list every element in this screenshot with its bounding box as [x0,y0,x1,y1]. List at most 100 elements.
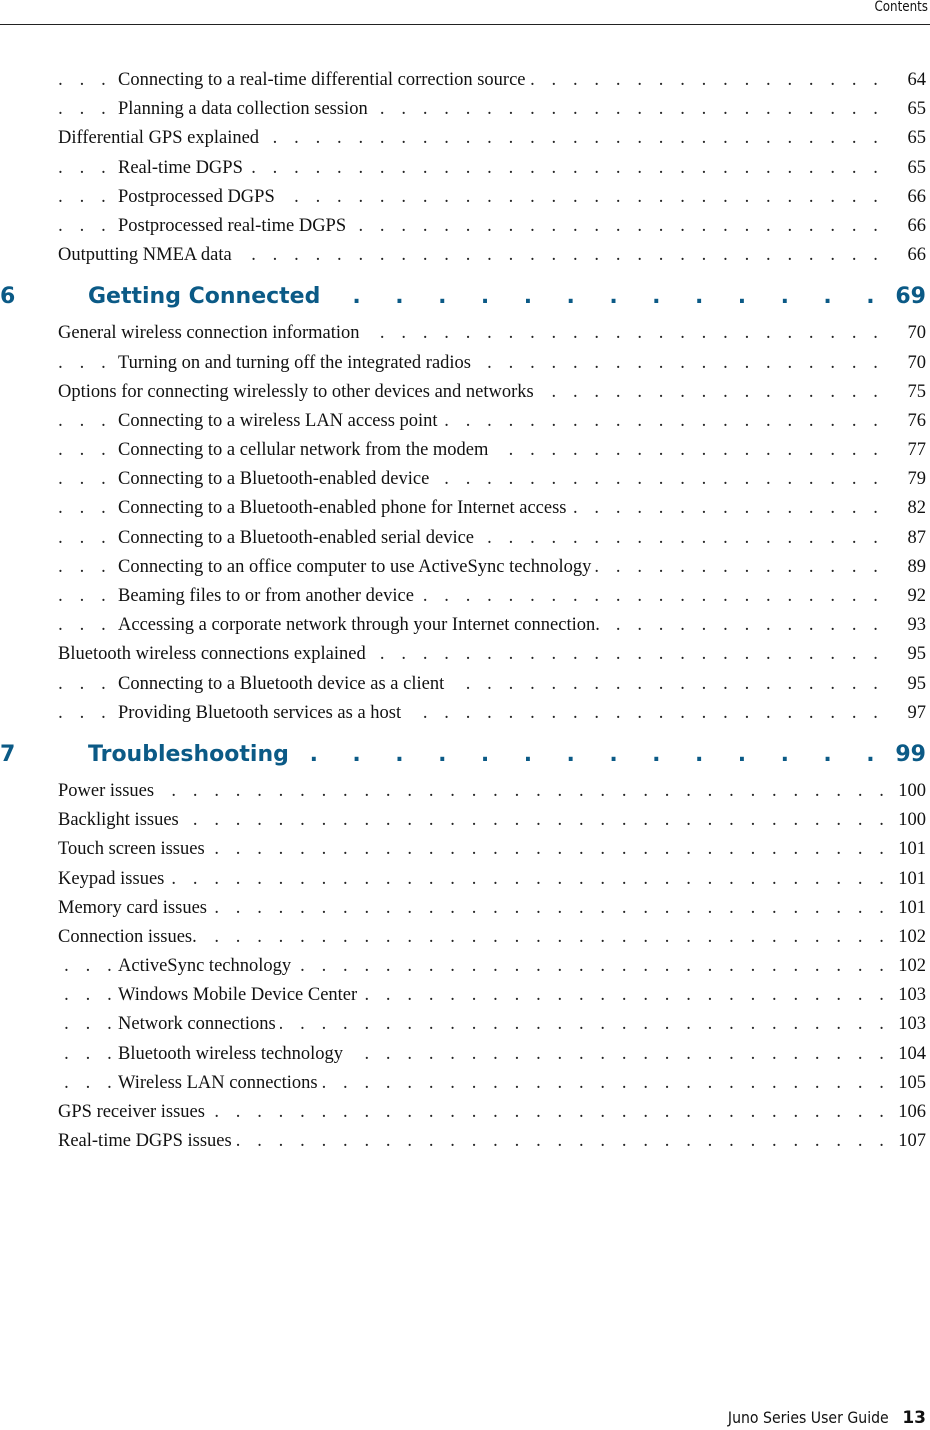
toc-entry[interactable]: . . . . . . . . . . . . . . . . . . . . … [0,669,930,699]
toc-entry[interactable]: . . . . . . . . . . . . . . . . . . . . … [0,893,930,923]
toc-entry[interactable]: . . . . . . . . . . . . . . . . . . . . … [0,1010,930,1040]
toc-entry-title[interactable]: Providing Bluetooth services as a host [118,698,406,728]
toc-entry[interactable]: . . . . . . . . . . . . . . . . . . . . … [0,406,930,437]
toc-entry-title[interactable]: Keypad issues [58,864,169,894]
toc-entry-page-number[interactable]: 65 [884,124,926,154]
toc-entry-page-number[interactable]: 93 [884,611,926,641]
toc-entry-title[interactable]: Planning a data collection session [118,95,372,125]
toc-entry-page-number[interactable]: 100 [892,776,926,807]
toc-entry-title[interactable]: ActiveSync technology [118,952,296,982]
toc-entry-page-number[interactable]: 64 [884,66,926,96]
toc-entry-title[interactable]: Connecting to a real-time differential c… [118,66,530,96]
toc-entry-title[interactable]: Bluetooth wireless connections explained [58,640,370,670]
toc-entry-page-number[interactable]: 77 [884,436,926,466]
toc-entry[interactable]: . . . . . . . . . . . . . . . . . . . . … [0,153,930,183]
toc-entry-title[interactable]: Real-time DGPS [118,153,247,183]
toc-entry-page-number[interactable]: 66 [884,241,926,271]
toc-entry-page-number[interactable]: 103 [892,981,926,1011]
toc-entry[interactable]: . . . . . . . . . . . . . . . . . . . . … [0,640,930,670]
toc-entry[interactable]: . . . . . . . . . . . . . . . . . . . . … [0,981,930,1011]
toc-entry-page-number[interactable]: 70 [884,348,926,378]
toc-entry[interactable]: . . . . . . . . . . . . . . . . . . . . … [0,835,930,865]
toc-entry[interactable]: . . . . . . . . . . . . . . . . . . . . … [0,952,930,982]
chapter-heading[interactable]: 6. . . . . . . . . . . . . . . . . . . .… [0,275,930,320]
toc-entry[interactable]: . . . . . . . . . . . . . . . . . . . . … [0,95,930,125]
toc-entry-page-number[interactable]: 65 [884,95,926,125]
toc-entry-page-number[interactable]: 95 [884,640,926,670]
chapter-title[interactable]: Troubleshooting [88,732,295,777]
toc-entry[interactable]: . . . . . . . . . . . . . . . . . . . . … [0,348,930,378]
toc-entry[interactable]: . . . . . . . . . . . . . . . . . . . . … [0,211,930,242]
toc-entry-title[interactable]: Connecting to a wireless LAN access poin… [118,406,442,437]
toc-entry[interactable]: . . . . . . . . . . . . . . . . . . . . … [0,806,930,836]
toc-entry-page-number[interactable]: 105 [892,1068,926,1098]
toc-entry-title[interactable]: General wireless connection information [58,319,364,349]
toc-entry[interactable]: . . . . . . . . . . . . . . . . . . . . … [0,698,930,728]
toc-entry[interactable]: . . . . . . . . . . . . . . . . . . . . … [0,1068,930,1098]
chapter-page-number[interactable]: 99 [891,732,926,777]
toc-entry-title[interactable]: Wireless LAN connections [118,1068,322,1098]
toc-entry-page-number[interactable]: 79 [884,465,926,495]
toc-entry-page-number[interactable]: 106 [892,1098,926,1128]
toc-entry-page-number[interactable]: 70 [884,319,926,349]
toc-entry-page-number[interactable]: 87 [884,523,926,553]
toc-entry-title[interactable]: Connecting to an office computer to use … [118,552,596,582]
toc-entry-page-number[interactable]: 89 [884,552,926,582]
toc-entry-title[interactable]: Beaming files to or from another device [118,582,418,612]
toc-entry-page-number[interactable]: 75 [884,377,926,407]
toc-entry-page-number[interactable]: 66 [884,182,926,212]
toc-entry[interactable]: . . . . . . . . . . . . . . . . . . . . … [0,864,930,894]
toc-entry-page-number[interactable]: 101 [892,864,926,894]
toc-entry-title[interactable]: Power issues [58,776,159,807]
toc-entry[interactable]: . . . . . . . . . . . . . . . . . . . . … [0,465,930,495]
toc-entry-title[interactable]: Connecting to a Bluetooth-enabled phone … [118,494,571,524]
toc-entry[interactable]: . . . . . . . . . . . . . . . . . . . . … [0,124,930,154]
toc-entry-page-number[interactable]: 102 [892,952,926,982]
toc-entry-title[interactable]: Connection issues. [58,922,201,953]
toc-entry[interactable]: . . . . . . . . . . . . . . . . . . . . … [0,241,930,271]
toc-entry-title[interactable]: Windows Mobile Device Center [118,981,362,1011]
toc-entry-title[interactable]: Network connections [118,1010,280,1040]
toc-entry-page-number[interactable]: 82 [884,494,926,524]
toc-entry[interactable]: . . . . . . . . . . . . . . . . . . . . … [0,582,930,612]
toc-entry[interactable]: . . . . . . . . . . . . . . . . . . . . … [0,1127,930,1157]
toc-entry-page-number[interactable]: 101 [892,835,926,865]
toc-entry-page-number[interactable]: 100 [892,806,926,836]
chapter-page-number[interactable]: 69 [891,275,926,320]
toc-entry[interactable]: . . . . . . . . . . . . . . . . . . . . … [0,922,930,953]
toc-entry-page-number[interactable]: 95 [884,669,926,699]
toc-entry-page-number[interactable]: 101 [892,893,926,923]
toc-entry-title[interactable]: Connecting to a cellular network from th… [118,436,493,466]
toc-entry-page-number[interactable]: 92 [884,582,926,612]
toc-entry-page-number[interactable]: 76 [884,406,926,437]
toc-entry-title[interactable]: Connecting to a Bluetooth-enabled device [118,465,434,495]
toc-entry-page-number[interactable]: 65 [884,153,926,183]
toc-entry-title[interactable]: Postprocessed real-time DGPS [118,211,351,242]
toc-entry-title[interactable]: Differential GPS explained [58,124,264,154]
toc-entry-title[interactable]: Accessing a corporate network through yo… [118,611,604,641]
toc-entry-page-number[interactable]: 107 [892,1127,926,1157]
toc-entry[interactable]: . . . . . . . . . . . . . . . . . . . . … [0,319,930,349]
toc-entry-title[interactable]: Memory card issues [58,893,211,923]
chapter-title[interactable]: Getting Connected [88,275,327,320]
toc-entry-page-number[interactable]: 104 [892,1039,926,1069]
toc-entry[interactable]: . . . . . . . . . . . . . . . . . . . . … [0,436,930,466]
toc-entry[interactable]: . . . . . . . . . . . . . . . . . . . . … [0,776,930,807]
toc-entry[interactable]: . . . . . . . . . . . . . . . . . . . . … [0,66,930,96]
toc-entry-title[interactable]: Real-time DGPS issues [58,1127,236,1157]
toc-entry-title[interactable]: Postprocessed DGPS [118,182,279,212]
toc-entry-title[interactable]: GPS receiver issues [58,1098,209,1128]
toc-entry-title[interactable]: Turning on and turning off the integrate… [118,348,475,378]
toc-entry-title[interactable]: Options for connecting wirelessly to oth… [58,377,538,407]
toc-entry-page-number[interactable]: 97 [884,698,926,728]
toc-entry-page-number[interactable]: 66 [884,211,926,242]
toc-entry[interactable]: . . . . . . . . . . . . . . . . . . . . … [0,611,930,641]
toc-entry-title[interactable]: Bluetooth wireless technology [118,1039,348,1069]
toc-entry-page-number[interactable]: 103 [892,1010,926,1040]
toc-entry[interactable]: . . . . . . . . . . . . . . . . . . . . … [0,552,930,582]
toc-entry-page-number[interactable]: 102 [892,922,926,953]
toc-entry-title[interactable]: Touch screen issues [58,835,209,865]
toc-entry-title[interactable]: Connecting to a Bluetooth device as a cl… [118,669,449,699]
toc-entry[interactable]: . . . . . . . . . . . . . . . . . . . . … [0,523,930,553]
toc-entry-title[interactable]: Outputting NMEA data [58,241,236,271]
